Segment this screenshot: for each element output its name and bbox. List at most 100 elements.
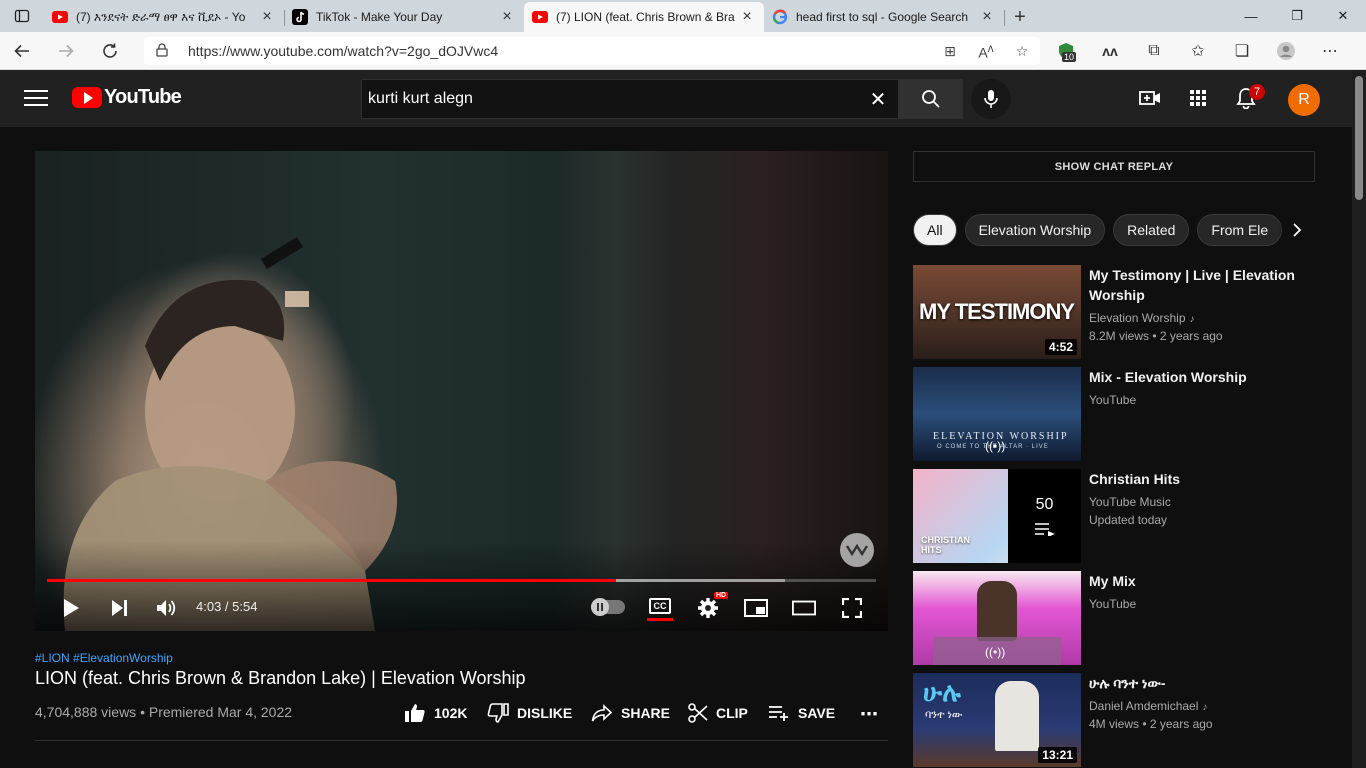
play-button[interactable] bbox=[59, 593, 83, 623]
fullscreen-button[interactable] bbox=[840, 593, 864, 623]
browser-tab[interactable]: (7) እንደናት ድራማ ፀዋ እና ቪደኦ - Yo × bbox=[44, 2, 285, 32]
channel-name: YouTube bbox=[1089, 393, 1137, 407]
tab-title: head first to sql - Google Search bbox=[796, 10, 969, 24]
recommended-playlist[interactable]: CHRISTIAN HITS 50 Christian Hits YouTube… bbox=[913, 469, 1315, 563]
chip-all[interactable]: All bbox=[913, 214, 957, 246]
close-window-icon[interactable]: ✕ bbox=[1320, 0, 1366, 32]
google-icon bbox=[772, 9, 788, 25]
next-button[interactable] bbox=[107, 593, 131, 623]
like-button[interactable]: 102K bbox=[404, 700, 467, 726]
url-text: https://www.youtube.com/watch?v=2go_dOJV… bbox=[188, 43, 499, 59]
browser-tab[interactable]: TikTok - Make Your Day × bbox=[284, 2, 524, 32]
miniplayer-button[interactable] bbox=[744, 593, 768, 623]
progress-played bbox=[47, 579, 617, 582]
apps-button[interactable] bbox=[1186, 86, 1210, 110]
play-icon bbox=[64, 599, 79, 617]
back-button[interactable] bbox=[0, 32, 44, 70]
music-note-icon: ♪ bbox=[1189, 314, 1195, 325]
user-avatar[interactable]: R bbox=[1288, 84, 1320, 116]
video-thumbnail[interactable]: ሁሉ ባንተ ነው 13:21 bbox=[913, 673, 1081, 767]
video-duration: 13:21 bbox=[1038, 747, 1077, 763]
playlist-thumbnail[interactable]: CHRISTIAN HITS 50 bbox=[913, 469, 1081, 563]
favorites-icon[interactable]: ✩ bbox=[1176, 32, 1220, 70]
thumbnail-subtext: ባንተ ነው bbox=[925, 709, 963, 721]
next-icon bbox=[112, 600, 127, 616]
channel-name: YouTube bbox=[1089, 597, 1137, 611]
time-display: 4:03 / 5:54 bbox=[196, 599, 258, 614]
close-tab-icon[interactable]: × bbox=[738, 8, 756, 26]
save-label: SAVE bbox=[798, 705, 836, 721]
settings-more-icon[interactable]: ⋯ bbox=[1308, 32, 1352, 70]
favorite-star-icon[interactable]: ☆ bbox=[1004, 43, 1040, 60]
dislike-button[interactable]: DISLIKE bbox=[487, 700, 572, 726]
extensions-puzzle-icon[interactable]: ⧉ bbox=[1132, 32, 1176, 70]
extension-letter-icon[interactable]: ʌʌ bbox=[1088, 32, 1132, 70]
recommended-video[interactable]: MY TESTIMONY 4:52 My Testimony | Live | … bbox=[913, 265, 1315, 359]
video-meta: 4,704,888 views • Premiered Mar 4, 2022 bbox=[35, 704, 293, 720]
playlist-icon bbox=[1034, 523, 1055, 536]
refresh-button[interactable] bbox=[88, 32, 132, 70]
fullscreen-icon bbox=[842, 598, 862, 618]
browser-tab[interactable]: head first to sql - Google Search × bbox=[764, 2, 1005, 32]
theater-mode-button[interactable] bbox=[792, 593, 816, 623]
add-to-playlist-icon bbox=[769, 706, 788, 721]
subtitles-button[interactable]: CC bbox=[649, 598, 671, 614]
chip-elevation-worship[interactable]: Elevation Worship bbox=[964, 214, 1106, 246]
collections-icon[interactable]: ❏ bbox=[1220, 32, 1264, 70]
tab-actions-button[interactable] bbox=[0, 0, 44, 32]
youtube-logo[interactable]: YouTube bbox=[72, 86, 182, 109]
dislike-label: DISLIKE bbox=[517, 705, 573, 721]
channel-watermark[interactable] bbox=[840, 533, 874, 567]
search-input[interactable]: kurti kurt alegn ✕ bbox=[361, 79, 899, 119]
menu-icon[interactable] bbox=[24, 88, 48, 108]
save-button[interactable]: SAVE bbox=[768, 700, 835, 726]
chip-related[interactable]: Related bbox=[1113, 214, 1190, 246]
restore-icon[interactable]: ❐ bbox=[1274, 0, 1320, 32]
clip-button[interactable]: CLIP bbox=[688, 700, 748, 726]
new-tab-button[interactable]: + bbox=[1004, 2, 1036, 32]
extension-shield-icon[interactable]: 10 bbox=[1044, 32, 1088, 70]
video-thumbnail[interactable]: ((•)) bbox=[913, 571, 1081, 665]
share-label: SHARE bbox=[621, 705, 671, 721]
volume-button[interactable] bbox=[155, 593, 179, 623]
recommended-mix[interactable]: ((•)) My Mix YouTube bbox=[913, 571, 1315, 665]
chip-from-channel[interactable]: From Ele bbox=[1197, 214, 1283, 246]
recommended-video[interactable]: ሁሉ ባንተ ነው 13:21 ሁሉ ባንተ ነው- Daniel Amdemi… bbox=[913, 673, 1315, 767]
minimize-icon[interactable]: — bbox=[1228, 0, 1274, 32]
tab-title: (7) እንደናት ድራማ ፀዋ እና ቪደኦ - Yo bbox=[76, 9, 246, 24]
more-actions-icon[interactable]: ⋯ bbox=[860, 704, 879, 725]
video-title: Mix - Elevation Worship bbox=[1089, 369, 1247, 385]
chips-next-button[interactable] bbox=[1278, 214, 1316, 246]
youtube-logo-text: YouTube bbox=[104, 86, 182, 108]
scrollbar-thumb[interactable] bbox=[1355, 76, 1363, 200]
address-bar[interactable]: https://www.youtube.com/watch?v=2go_dOJV… bbox=[144, 37, 1040, 65]
share-button[interactable]: SHARE bbox=[591, 700, 670, 726]
video-hashtags[interactable]: #LION #ElevationWorship bbox=[35, 651, 173, 665]
video-player[interactable]: 4:03 / 5:54 CC HD bbox=[35, 151, 888, 631]
progress-bar[interactable] bbox=[47, 579, 876, 582]
recommended-mix[interactable]: ELEVATION WORSHIP O COME TO THE ALTAR · … bbox=[913, 367, 1315, 461]
close-tab-icon[interactable]: × bbox=[498, 8, 516, 26]
clear-search-icon[interactable]: ✕ bbox=[858, 87, 898, 112]
search-button[interactable] bbox=[899, 79, 963, 119]
autoplay-toggle[interactable] bbox=[591, 598, 625, 616]
playlist-count: 50 bbox=[1035, 496, 1054, 513]
video-title: LION (feat. Chris Brown & Brandon Lake) … bbox=[35, 668, 526, 688]
read-aloud-icon[interactable]: Aʌ bbox=[968, 42, 1004, 61]
share-arrow-icon bbox=[591, 704, 613, 722]
voice-search-button[interactable] bbox=[971, 79, 1011, 119]
apps-available-icon[interactable]: ⊞ bbox=[932, 43, 968, 60]
close-tab-icon[interactable]: × bbox=[978, 8, 996, 26]
profile-icon[interactable] bbox=[1264, 32, 1308, 70]
close-tab-icon[interactable]: × bbox=[258, 8, 276, 26]
create-video-button[interactable] bbox=[1138, 86, 1162, 110]
browser-tab-active[interactable]: (7) LION (feat. Chris Brown & Bra × bbox=[524, 2, 764, 32]
video-thumbnail[interactable]: ELEVATION WORSHIP O COME TO THE ALTAR · … bbox=[913, 367, 1081, 461]
show-chat-replay-button[interactable]: SHOW CHAT REPLAY bbox=[913, 151, 1315, 182]
lock-icon bbox=[156, 42, 178, 60]
chevron-right-icon bbox=[1293, 223, 1302, 237]
forward-button[interactable] bbox=[44, 32, 88, 70]
video-thumbnail[interactable]: MY TESTIMONY 4:52 bbox=[913, 265, 1081, 359]
tab-actions-icon bbox=[14, 9, 30, 23]
page-scrollbar[interactable] bbox=[1352, 70, 1366, 768]
